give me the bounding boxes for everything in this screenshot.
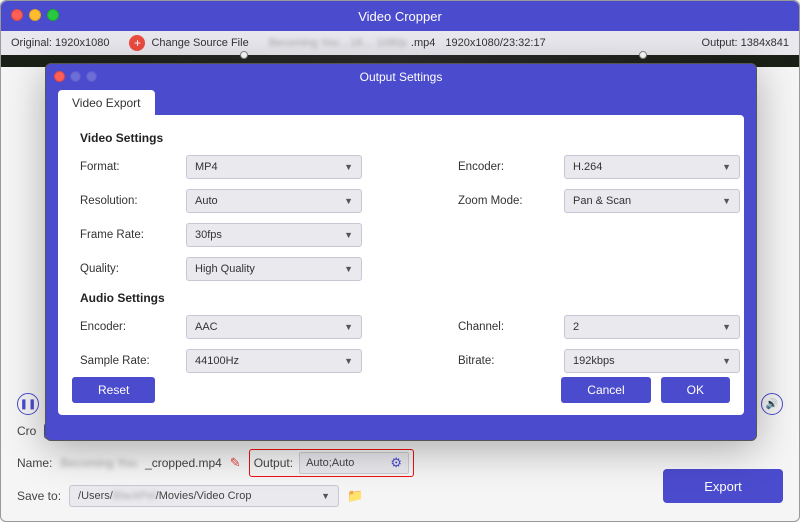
export-button[interactable]: Export — [663, 469, 783, 503]
save-path-prefix: /Users/ — [78, 490, 113, 502]
audio-encoder-value: AAC — [195, 321, 218, 333]
dialog-button-row: Reset Cancel OK — [72, 377, 730, 403]
ok-button[interactable]: OK — [661, 377, 730, 403]
resolution-label: Resolution: — [80, 195, 168, 207]
chevron-down-icon: ▼ — [344, 162, 353, 172]
source-info-bar: Original: 1920x1080 + Change Source File… — [1, 31, 799, 55]
name-label: Name: — [17, 456, 52, 470]
minimize-icon[interactable] — [29, 9, 41, 21]
format-value: MP4 — [195, 161, 218, 173]
reset-button[interactable]: Reset — [72, 377, 155, 403]
dialog-window-controls — [54, 71, 97, 82]
gear-icon[interactable]: ⚙ — [390, 455, 402, 471]
dialog-titlebar: Output Settings — [46, 64, 756, 90]
format-label: Format: — [80, 161, 168, 173]
source-metadata: 1920x1080/23:32:17 — [435, 37, 555, 49]
encoder-label: Encoder: — [458, 161, 546, 173]
chevron-down-icon: ▼ — [344, 196, 353, 206]
channel-label: Channel: — [458, 321, 546, 333]
chevron-down-icon: ▼ — [722, 322, 731, 332]
output-dimensions: Output: 1384x841 — [692, 37, 799, 49]
edit-name-icon[interactable]: ✎ — [230, 455, 241, 471]
main-window: Video Cropper Original: 1920x1080 + Chan… — [0, 0, 800, 522]
window-title: Video Cropper — [358, 9, 442, 24]
save-path-suffix: /Movies/Video Crop — [156, 490, 252, 502]
chevron-down-icon: ▼ — [344, 356, 353, 366]
chevron-down-icon: ▼ — [321, 491, 330, 501]
framerate-label: Frame Rate: — [80, 229, 168, 241]
dialog-tabs: Video Export — [46, 90, 756, 115]
framerate-select[interactable]: 30fps ▼ — [186, 223, 362, 247]
trim-handle-left[interactable] — [240, 51, 248, 59]
chevron-down-icon: ▼ — [722, 356, 731, 366]
audio-encoder-label: Encoder: — [80, 321, 168, 333]
tab-video-export[interactable]: Video Export — [58, 90, 155, 115]
name-value-blurred: Becoming You — [60, 456, 137, 470]
zoom-select[interactable]: Pan & Scan ▼ — [564, 189, 740, 213]
change-source-button[interactable]: + Change Source File — [119, 35, 258, 51]
format-select[interactable]: MP4 ▼ — [186, 155, 362, 179]
output-format-field[interactable]: Auto;Auto ⚙ — [299, 452, 409, 474]
chevron-down-icon: ▼ — [344, 230, 353, 240]
output-format-value: Auto;Auto — [306, 457, 354, 469]
encoder-value: H.264 — [573, 161, 602, 173]
framerate-value: 30fps — [195, 229, 222, 241]
change-source-label: Change Source File — [151, 37, 248, 49]
cancel-button[interactable]: Cancel — [561, 377, 650, 403]
samplerate-value: 44100Hz — [195, 355, 239, 367]
quality-label: Quality: — [80, 263, 168, 275]
window-controls — [11, 9, 59, 21]
pause-button[interactable]: ❚❚ — [17, 393, 39, 415]
trim-handle-right[interactable] — [639, 51, 647, 59]
channel-select[interactable]: 2▼ — [564, 315, 740, 339]
dialog-close-icon[interactable] — [54, 71, 65, 82]
crop-label: Cro — [17, 424, 36, 438]
audio-settings-grid: Encoder: AAC ▼ Channel: 2 ▼ Sample Rate: 4… — [80, 315, 722, 373]
plus-icon: + — [129, 35, 145, 51]
zoom-label: Zoom Mode: — [458, 195, 546, 207]
bitrate-label: Bitrate: — [458, 355, 546, 367]
video-settings-heading: Video Settings — [80, 131, 722, 145]
output-settings-dialog: Output Settings Video Export Video Setti… — [45, 63, 757, 441]
maximize-icon[interactable] — [47, 9, 59, 21]
resolution-value: Auto — [195, 195, 218, 207]
dialog-maximize-icon — [86, 71, 97, 82]
quality-select[interactable]: High Quality ▼ — [186, 257, 362, 281]
name-value-suffix: _cropped.mp4 — [145, 456, 222, 470]
bitrate-value: 192kbps — [573, 355, 615, 367]
output-format-highlight: Output: Auto;Auto ⚙ — [249, 449, 414, 477]
chevron-down-icon: ▼ — [344, 264, 353, 274]
resolution-select[interactable]: Auto ▼ — [186, 189, 362, 213]
audio-encoder-select[interactable]: AAC ▼ — [186, 315, 362, 339]
save-path-select[interactable]: /Users/ BlackPel /Movies/Video Crop ▼ — [69, 485, 339, 507]
quality-value: High Quality — [195, 263, 255, 275]
output-format-label: Output: — [254, 456, 293, 470]
bitrate-select[interactable]: 192kbps ▼ — [564, 349, 740, 373]
source-filename-blurred: Becoming You…18… 1080p — [259, 37, 417, 49]
chevron-down-icon: ▼ — [722, 162, 731, 172]
dialog-minimize-icon — [70, 71, 81, 82]
save-to-label: Save to: — [17, 489, 61, 503]
original-dimensions: Original: 1920x1080 — [1, 37, 119, 49]
encoder-select[interactable]: H.264 ▼ — [564, 155, 740, 179]
open-folder-icon[interactable]: 📁 — [347, 488, 363, 504]
dialog-body: Video Settings Format: MP4 ▼ Encoder: H.2… — [58, 115, 744, 415]
save-path-blurred: BlackPel — [113, 490, 156, 502]
close-icon[interactable] — [11, 9, 23, 21]
samplerate-label: Sample Rate: — [80, 355, 168, 367]
zoom-value: Pan & Scan — [573, 195, 631, 207]
volume-button[interactable]: 🔊 — [761, 393, 783, 415]
chevron-down-icon: ▼ — [722, 196, 731, 206]
main-titlebar: Video Cropper — [1, 1, 799, 31]
channel-value: 2 — [573, 321, 579, 333]
audio-settings-heading: Audio Settings — [80, 291, 722, 305]
chevron-down-icon: ▼ — [344, 322, 353, 332]
samplerate-select[interactable]: 44100Hz ▼ — [186, 349, 362, 373]
video-settings-grid: Format: MP4 ▼ Encoder: H.264 ▼ Resolution:… — [80, 155, 722, 281]
dialog-title: Output Settings — [360, 70, 443, 84]
